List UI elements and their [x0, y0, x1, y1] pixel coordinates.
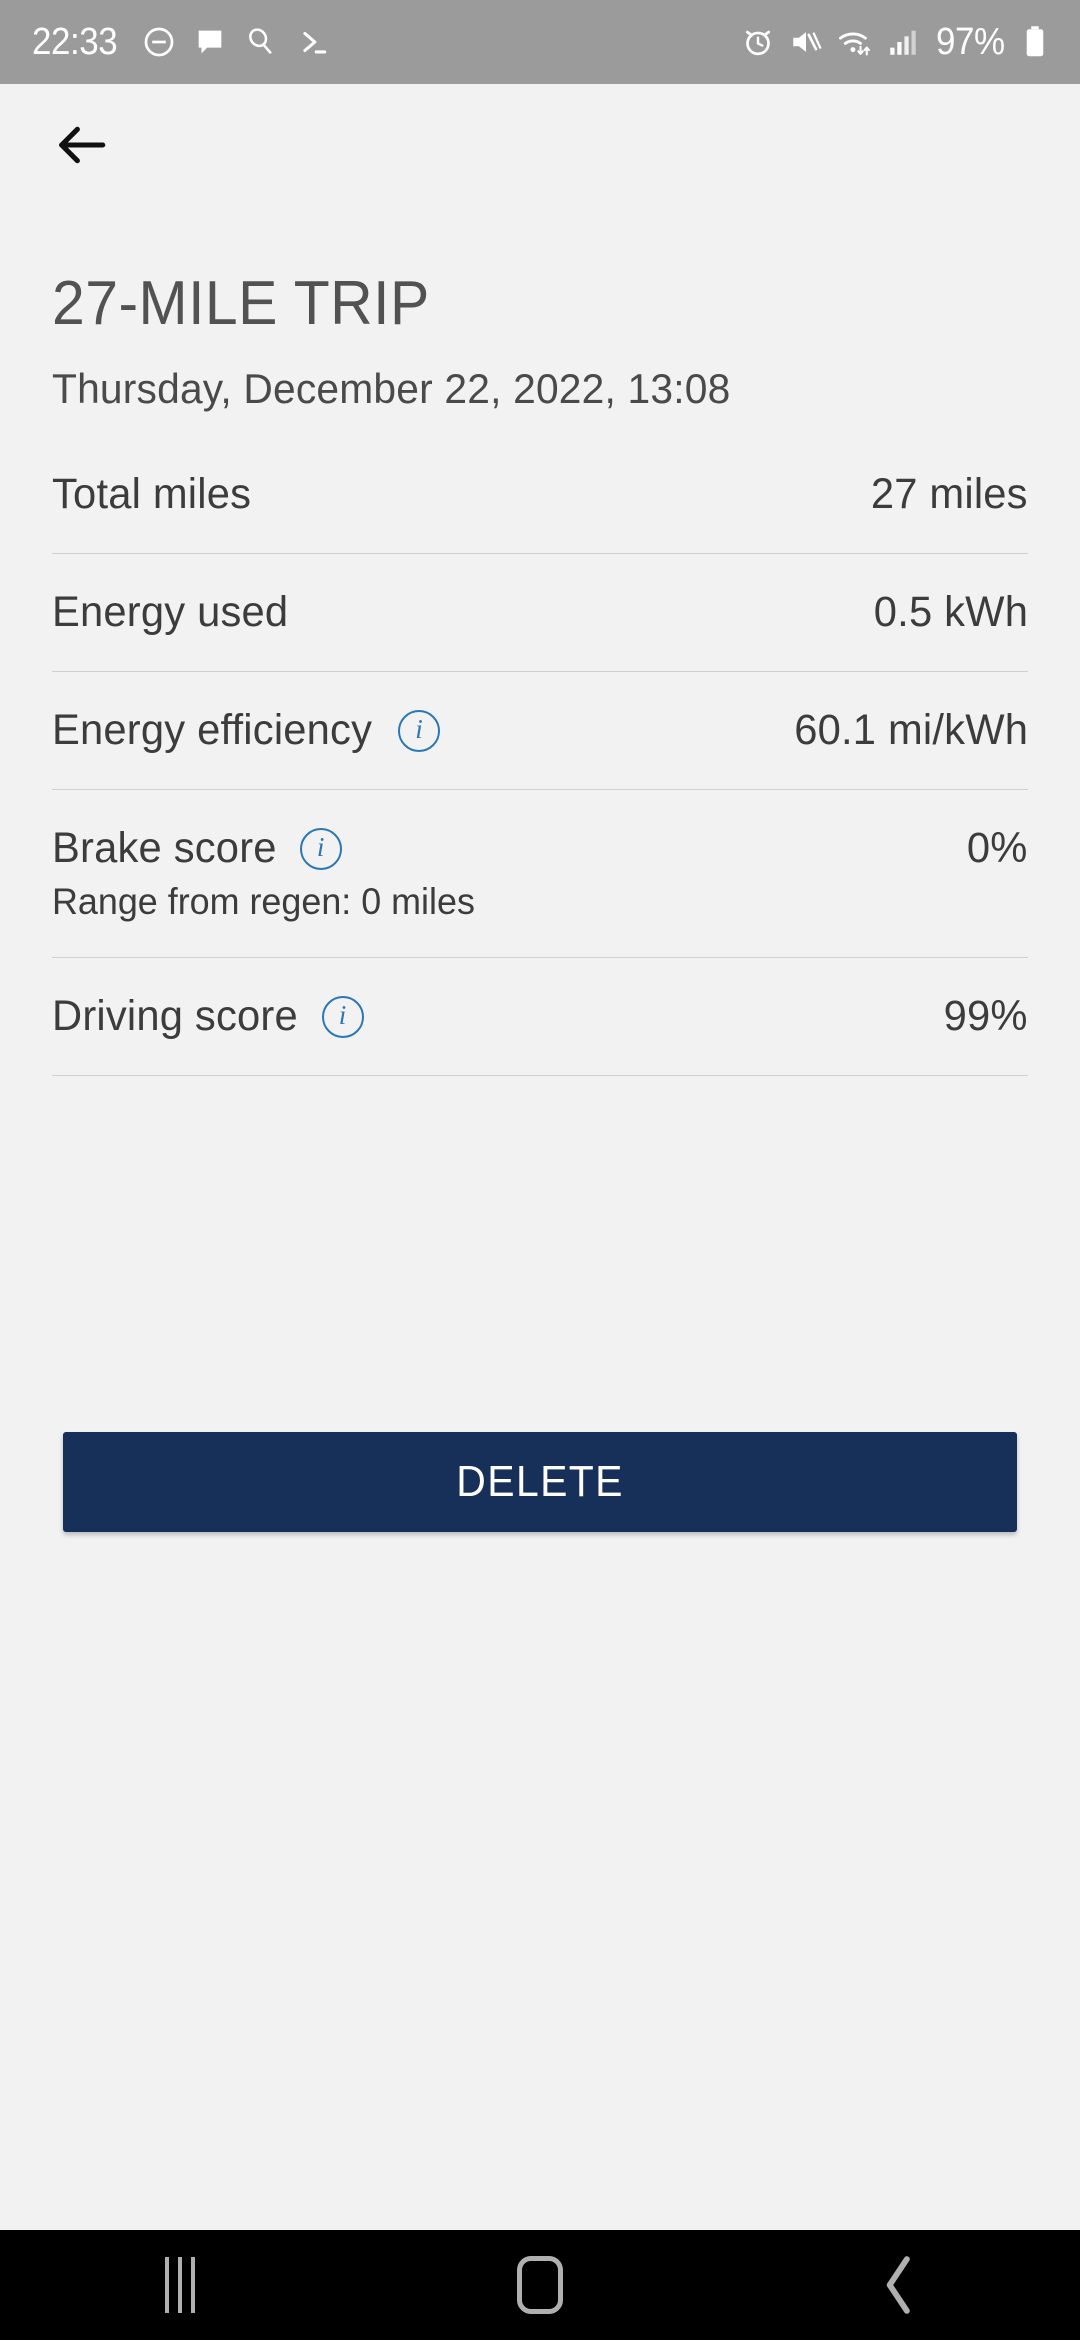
status-bar: 22:33 97%: [0, 0, 1080, 84]
alarm-clock-icon: [746, 30, 771, 56]
nav-home-button[interactable]: [465, 2230, 615, 2340]
stat-value: 99%: [943, 992, 1028, 1040]
magnifier-icon: [248, 28, 272, 55]
stat-value: 0%: [967, 824, 1028, 872]
home-icon: [517, 2256, 563, 2314]
list-item: Energy efficiency i 60.1 mi/kWh: [52, 672, 1028, 790]
status-bar-left: 22:33: [32, 21, 329, 64]
message-bubble-icon: [198, 30, 221, 54]
wifi-icon: [839, 32, 871, 56]
stat-value: 60.1 mi/kWh: [794, 706, 1028, 754]
recents-icon: [165, 2257, 195, 2313]
back-button[interactable]: [42, 106, 120, 184]
trip-stats-list: Total miles 27 miles Energy used 0.5 kWh…: [52, 470, 1028, 1076]
back-icon: [886, 2256, 910, 2314]
page-title: 27-MILE TRIP: [52, 269, 430, 338]
cellular-signal-icon: [890, 30, 917, 55]
stat-label: Total miles: [52, 470, 252, 518]
list-item: Driving score i 99%: [52, 958, 1028, 1076]
stat-label: Energy efficiency: [52, 706, 373, 754]
info-icon[interactable]: i: [299, 827, 342, 870]
nav-recents-button[interactable]: [105, 2230, 255, 2340]
status-bar-right: 97%: [741, 21, 1048, 64]
row-divider: [52, 1075, 1028, 1076]
mute-vibrate-icon: [793, 32, 822, 52]
back-arrow-icon: [59, 126, 106, 164]
delete-button[interactable]: DELETE: [63, 1432, 1017, 1532]
stat-subtext: Range from regen: 0 miles: [52, 881, 475, 922]
stat-label: Driving score: [52, 992, 298, 1040]
phone-screen: 22:33 97% 27-MILE TRIP Thursday, Decembe…: [0, 0, 1080, 2340]
stat-label: Brake score: [52, 824, 277, 872]
list-item: Brake score i 0% Range from regen: 0 mil…: [52, 790, 1028, 958]
terminal-prompt-icon: [302, 31, 326, 54]
stat-label: Energy used: [52, 588, 289, 636]
list-item: Energy used 0.5 kWh: [52, 554, 1028, 672]
trip-header: 27-MILE TRIP Thursday, December 22, 2022…: [52, 268, 1028, 413]
list-item: Total miles 27 miles: [52, 470, 1028, 554]
trip-date: Thursday, December 22, 2022, 13:08: [52, 365, 731, 412]
do-not-disturb-icon: [144, 27, 173, 57]
info-icon[interactable]: i: [321, 995, 364, 1038]
stat-value: 27 miles: [871, 470, 1028, 518]
info-icon[interactable]: i: [398, 709, 441, 752]
nav-back-button[interactable]: [825, 2230, 975, 2340]
battery-icon: [1026, 26, 1044, 57]
battery-percentage: 97%: [936, 20, 1006, 63]
stat-value: 0.5 kWh: [873, 588, 1028, 636]
app-bar: [0, 84, 1080, 204]
delete-button-label: DELETE: [456, 1457, 624, 1506]
status-bar-clock: 22:33: [32, 20, 118, 63]
android-navigation-bar: [0, 2230, 1080, 2340]
